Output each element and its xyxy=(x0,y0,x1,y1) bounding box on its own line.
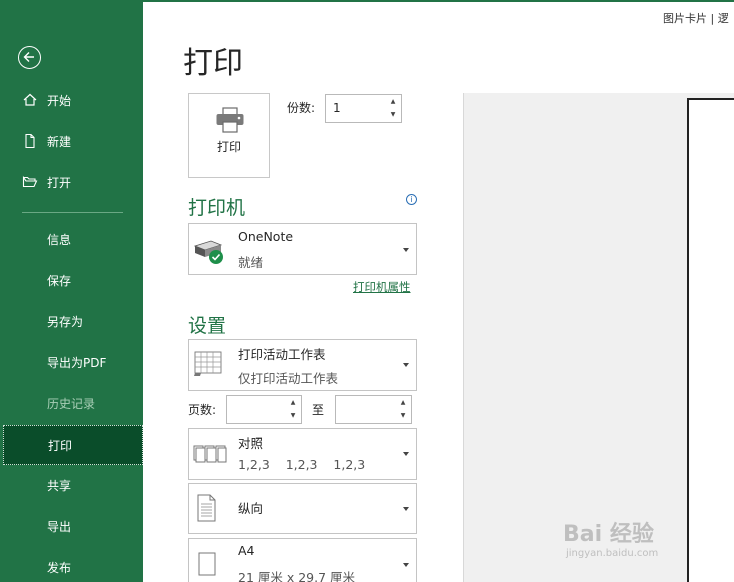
pages-to-stepper[interactable]: ▲ ▼ xyxy=(335,395,412,424)
increment-arrow-icon[interactable]: ▲ xyxy=(389,99,397,105)
copies-label: 份数: xyxy=(287,101,316,115)
sidebar-item-label: 信息 xyxy=(47,232,72,247)
orientation-select[interactable]: 纵向 xyxy=(188,483,417,534)
print-button-label: 打印 xyxy=(216,140,241,154)
printer-heading: 打印机 xyxy=(188,197,246,219)
sidebar-item-label: 另存为 xyxy=(47,314,84,329)
portrait-page-icon xyxy=(197,494,216,522)
paper-size-icon xyxy=(198,552,216,576)
watermark-url: jingyan.baidu.com xyxy=(566,548,659,559)
chevron-down-icon xyxy=(403,452,409,456)
sidebar-item-publish[interactable]: 发布 xyxy=(0,547,143,582)
sidebar-item-label: 新建 xyxy=(47,134,72,149)
collate-title: 对照 xyxy=(238,436,264,451)
settings-heading: 设置 xyxy=(188,315,227,337)
watermark-logo: Bai 经验 xyxy=(563,522,654,547)
sidebar-item-share[interactable]: 共享 xyxy=(0,465,143,505)
sidebar-item-label: 保存 xyxy=(47,273,72,288)
worksheet-icon xyxy=(194,351,222,376)
collate-select[interactable]: 对照 1,2,3 1,2,3 1,2,3 xyxy=(188,428,417,480)
home-icon xyxy=(23,93,37,106)
print-button[interactable]: 打印 xyxy=(188,93,270,178)
sidebar-item-label: 导出为PDF xyxy=(47,355,107,370)
sidebar-item-export[interactable]: 导出 xyxy=(0,506,143,546)
sidebar-item-label: 导出 xyxy=(47,519,72,534)
pages-from-stepper[interactable]: ▲ ▼ xyxy=(226,395,302,424)
open-folder-icon xyxy=(22,175,38,188)
sidebar-item-open[interactable]: 打开 xyxy=(0,162,143,202)
chevron-down-icon xyxy=(403,563,409,567)
back-arrow-icon xyxy=(23,52,34,62)
sidebar-item-export-pdf[interactable]: 导出为PDF xyxy=(0,342,143,382)
sidebar-item-new[interactable]: 新建 xyxy=(0,121,143,161)
sidebar-divider xyxy=(22,212,123,213)
page-title: 打印 xyxy=(183,46,243,81)
decrement-arrow-icon[interactable]: ▼ xyxy=(389,112,397,118)
printer-name: OneNote xyxy=(238,229,294,244)
print-scope-description: 仅打印活动工作表 xyxy=(238,371,339,386)
paper-size-description: 21 厘米 x 29.7 厘米 xyxy=(238,570,356,582)
chevron-down-icon xyxy=(403,248,409,252)
decrement-arrow-icon[interactable]: ▼ xyxy=(289,413,297,419)
sidebar-item-info[interactable]: 信息 xyxy=(0,219,143,259)
printer-select[interactable]: OneNote 就绪 xyxy=(188,223,417,275)
orientation-title: 纵向 xyxy=(238,501,264,516)
print-scope-select[interactable]: 打印活动工作表 仅打印活动工作表 xyxy=(188,339,417,391)
window-title-text: 图片卡片 | 逻 xyxy=(663,12,729,25)
backstage-sidebar: 开始 新建 打开 信息 保存 另存为 导出为PDF 历史记录 打印 共享 导出 … xyxy=(0,0,143,582)
collate-description: 1,2,3 1,2,3 1,2,3 xyxy=(238,457,366,472)
collate-icon xyxy=(193,445,227,463)
increment-arrow-icon[interactable]: ▲ xyxy=(289,400,297,406)
sidebar-item-label: 历史记录 xyxy=(47,396,96,411)
copies-stepper[interactable]: 1 ▲ ▼ xyxy=(325,94,402,123)
printer-status: 就绪 xyxy=(238,255,264,270)
sidebar-item-label: 发布 xyxy=(47,560,72,575)
sidebar-item-label: 共享 xyxy=(47,478,72,493)
decrement-arrow-icon[interactable]: ▼ xyxy=(399,413,407,419)
sidebar-item-label: 开始 xyxy=(47,93,72,108)
back-button[interactable] xyxy=(18,46,41,69)
printer-icon xyxy=(216,107,244,133)
pages-label: 页数: xyxy=(188,403,217,417)
sidebar-item-label: 打印 xyxy=(48,438,73,453)
sidebar-item-home[interactable]: 开始 xyxy=(0,80,143,120)
paper-size-title: A4 xyxy=(238,543,255,558)
printer-ready-icon xyxy=(193,240,223,264)
increment-arrow-icon[interactable]: ▲ xyxy=(399,400,407,406)
sidebar-item-save[interactable]: 保存 xyxy=(0,260,143,300)
sidebar-item-history[interactable]: 历史记录 xyxy=(0,383,143,423)
new-document-icon xyxy=(25,133,35,149)
copies-value: 1 xyxy=(333,101,341,115)
paper-size-select[interactable]: A4 21 厘米 x 29.7 厘米 xyxy=(188,538,417,582)
print-scope-title: 打印活动工作表 xyxy=(238,347,326,362)
preview-page xyxy=(687,98,734,582)
printer-properties-link[interactable]: 打印机属性 xyxy=(353,279,411,295)
sidebar-item-label: 打开 xyxy=(47,175,72,190)
chevron-down-icon xyxy=(403,363,409,367)
sidebar-item-save-as[interactable]: 另存为 xyxy=(0,301,143,341)
chevron-down-icon xyxy=(403,507,409,511)
sidebar-item-print[interactable]: 打印 xyxy=(3,425,143,465)
info-icon[interactable]: i xyxy=(406,194,417,205)
pages-to-label: 至 xyxy=(312,403,325,417)
